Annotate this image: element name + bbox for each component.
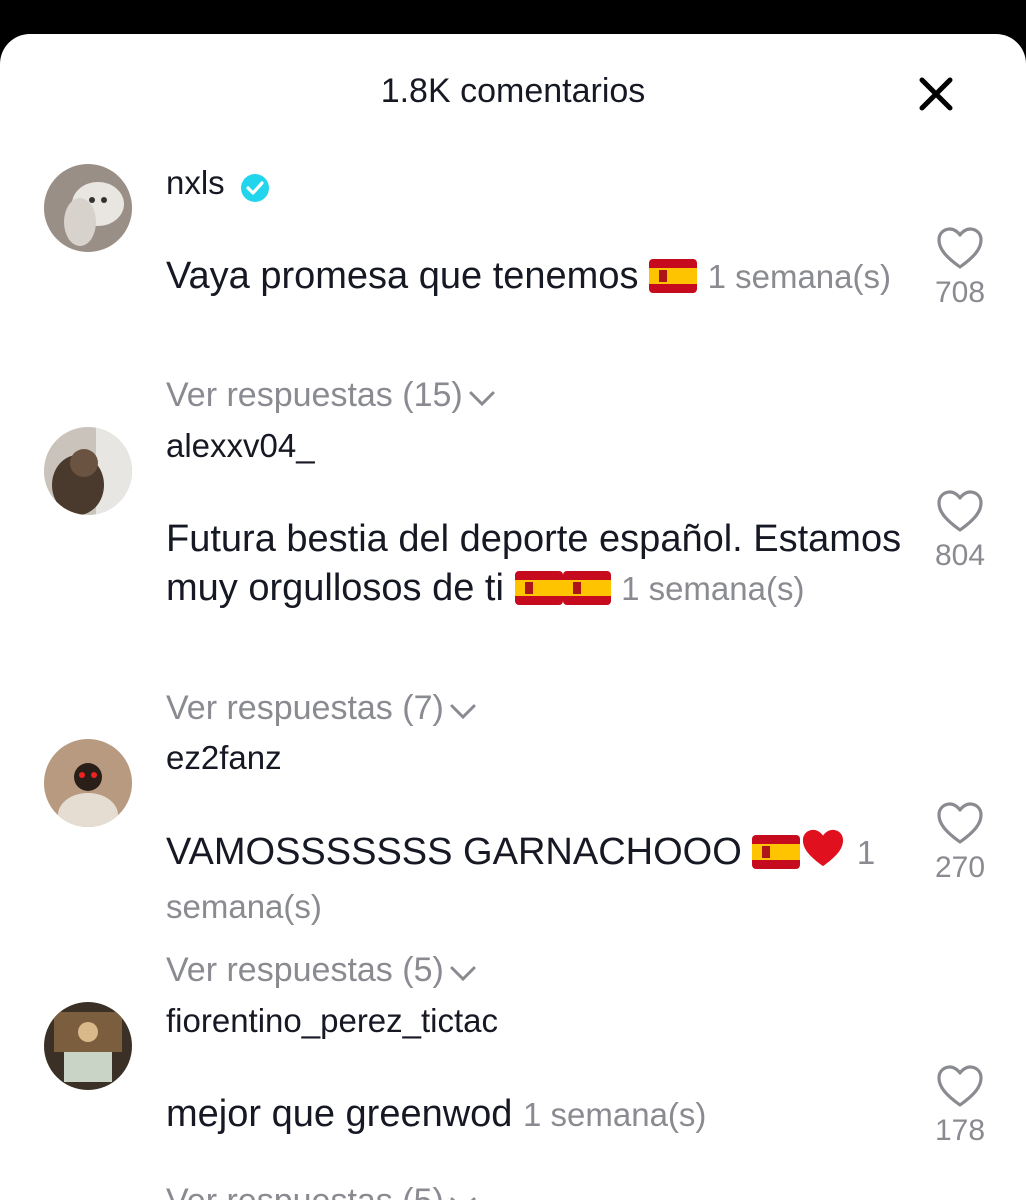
- flag-spain-icon: [649, 257, 698, 306]
- flag-spain-icon: [752, 833, 801, 882]
- verified-badge-icon: [241, 174, 269, 202]
- chevron-down-icon: [450, 966, 476, 982]
- comment-item: nxls Vaya promesa que tenemos 1 semana(s…: [0, 164, 1026, 424]
- avatar[interactable]: [44, 427, 132, 515]
- chevron-down-icon: [450, 1197, 476, 1200]
- view-replies-button[interactable]: Ver respuestas (15): [166, 376, 497, 415]
- comment-username[interactable]: fiorentino_perez_tictac: [166, 1002, 498, 1040]
- view-replies-button[interactable]: Ver respuestas (7): [166, 689, 478, 728]
- comments-sheet: 1.8K comentarios nxls Vaya promesa que t…: [0, 34, 1026, 1200]
- like-count: 804: [934, 539, 986, 572]
- comment-timestamp: 1 semana(s): [707, 258, 891, 295]
- like-button[interactable]: 178: [930, 1064, 990, 1148]
- heart-outline-icon: [937, 802, 983, 844]
- view-replies-button[interactable]: Ver respuestas (5): [166, 951, 478, 990]
- comment-item: fiorentino_perez_tictac mejor que greenw…: [0, 1002, 1026, 1200]
- comment-item: alexxv04_ Futura bestia del deporte espa…: [0, 427, 1026, 727]
- comment-username[interactable]: nxls: [166, 164, 225, 202]
- close-icon[interactable]: [916, 74, 956, 114]
- view-replies-button[interactable]: Ver respuestas (5): [166, 1182, 478, 1200]
- comments-count-title: 1.8K comentarios: [380, 72, 646, 110]
- comment-timestamp: 1 semana(s): [621, 570, 805, 607]
- comment-text: VAMOSSSSSSS GARNACHOOO 1 semana(s): [166, 827, 906, 931]
- like-button[interactable]: 270: [930, 801, 990, 885]
- chevron-down-icon: [450, 704, 476, 720]
- heart-outline-icon: [937, 490, 983, 532]
- like-count: 708: [934, 276, 986, 309]
- comment-text: mejor que greenwod 1 semana(s): [166, 1093, 707, 1135]
- comment-username[interactable]: ez2fanz: [166, 739, 282, 777]
- avatar[interactable]: [44, 164, 132, 252]
- comment-item: ez2fanz VAMOSSSSSSS GARNACHOOO 1 semana(…: [0, 739, 1026, 999]
- heart-outline-icon: [937, 227, 983, 269]
- flag-spain-icon: [514, 569, 563, 618]
- chevron-down-icon: [469, 391, 495, 407]
- avatar[interactable]: [44, 1002, 132, 1090]
- flag-spain-icon: [562, 569, 611, 618]
- comment-timestamp: 1 semana(s): [523, 1096, 707, 1133]
- comment-username[interactable]: alexxv04_: [166, 427, 315, 465]
- comment-text: Vaya promesa que tenemos 1 semana(s): [166, 252, 906, 306]
- comments-header: 1.8K comentarios: [0, 34, 1026, 144]
- like-count: 270: [934, 851, 986, 884]
- comment-text: Futura bestia del deporte español. Estam…: [166, 515, 906, 618]
- like-count: 178: [934, 1114, 986, 1147]
- like-button[interactable]: 804: [930, 489, 990, 573]
- heart-outline-icon: [937, 1065, 983, 1107]
- like-button[interactable]: 708: [930, 226, 990, 310]
- avatar[interactable]: [44, 739, 132, 827]
- red-heart-icon: [800, 827, 846, 882]
